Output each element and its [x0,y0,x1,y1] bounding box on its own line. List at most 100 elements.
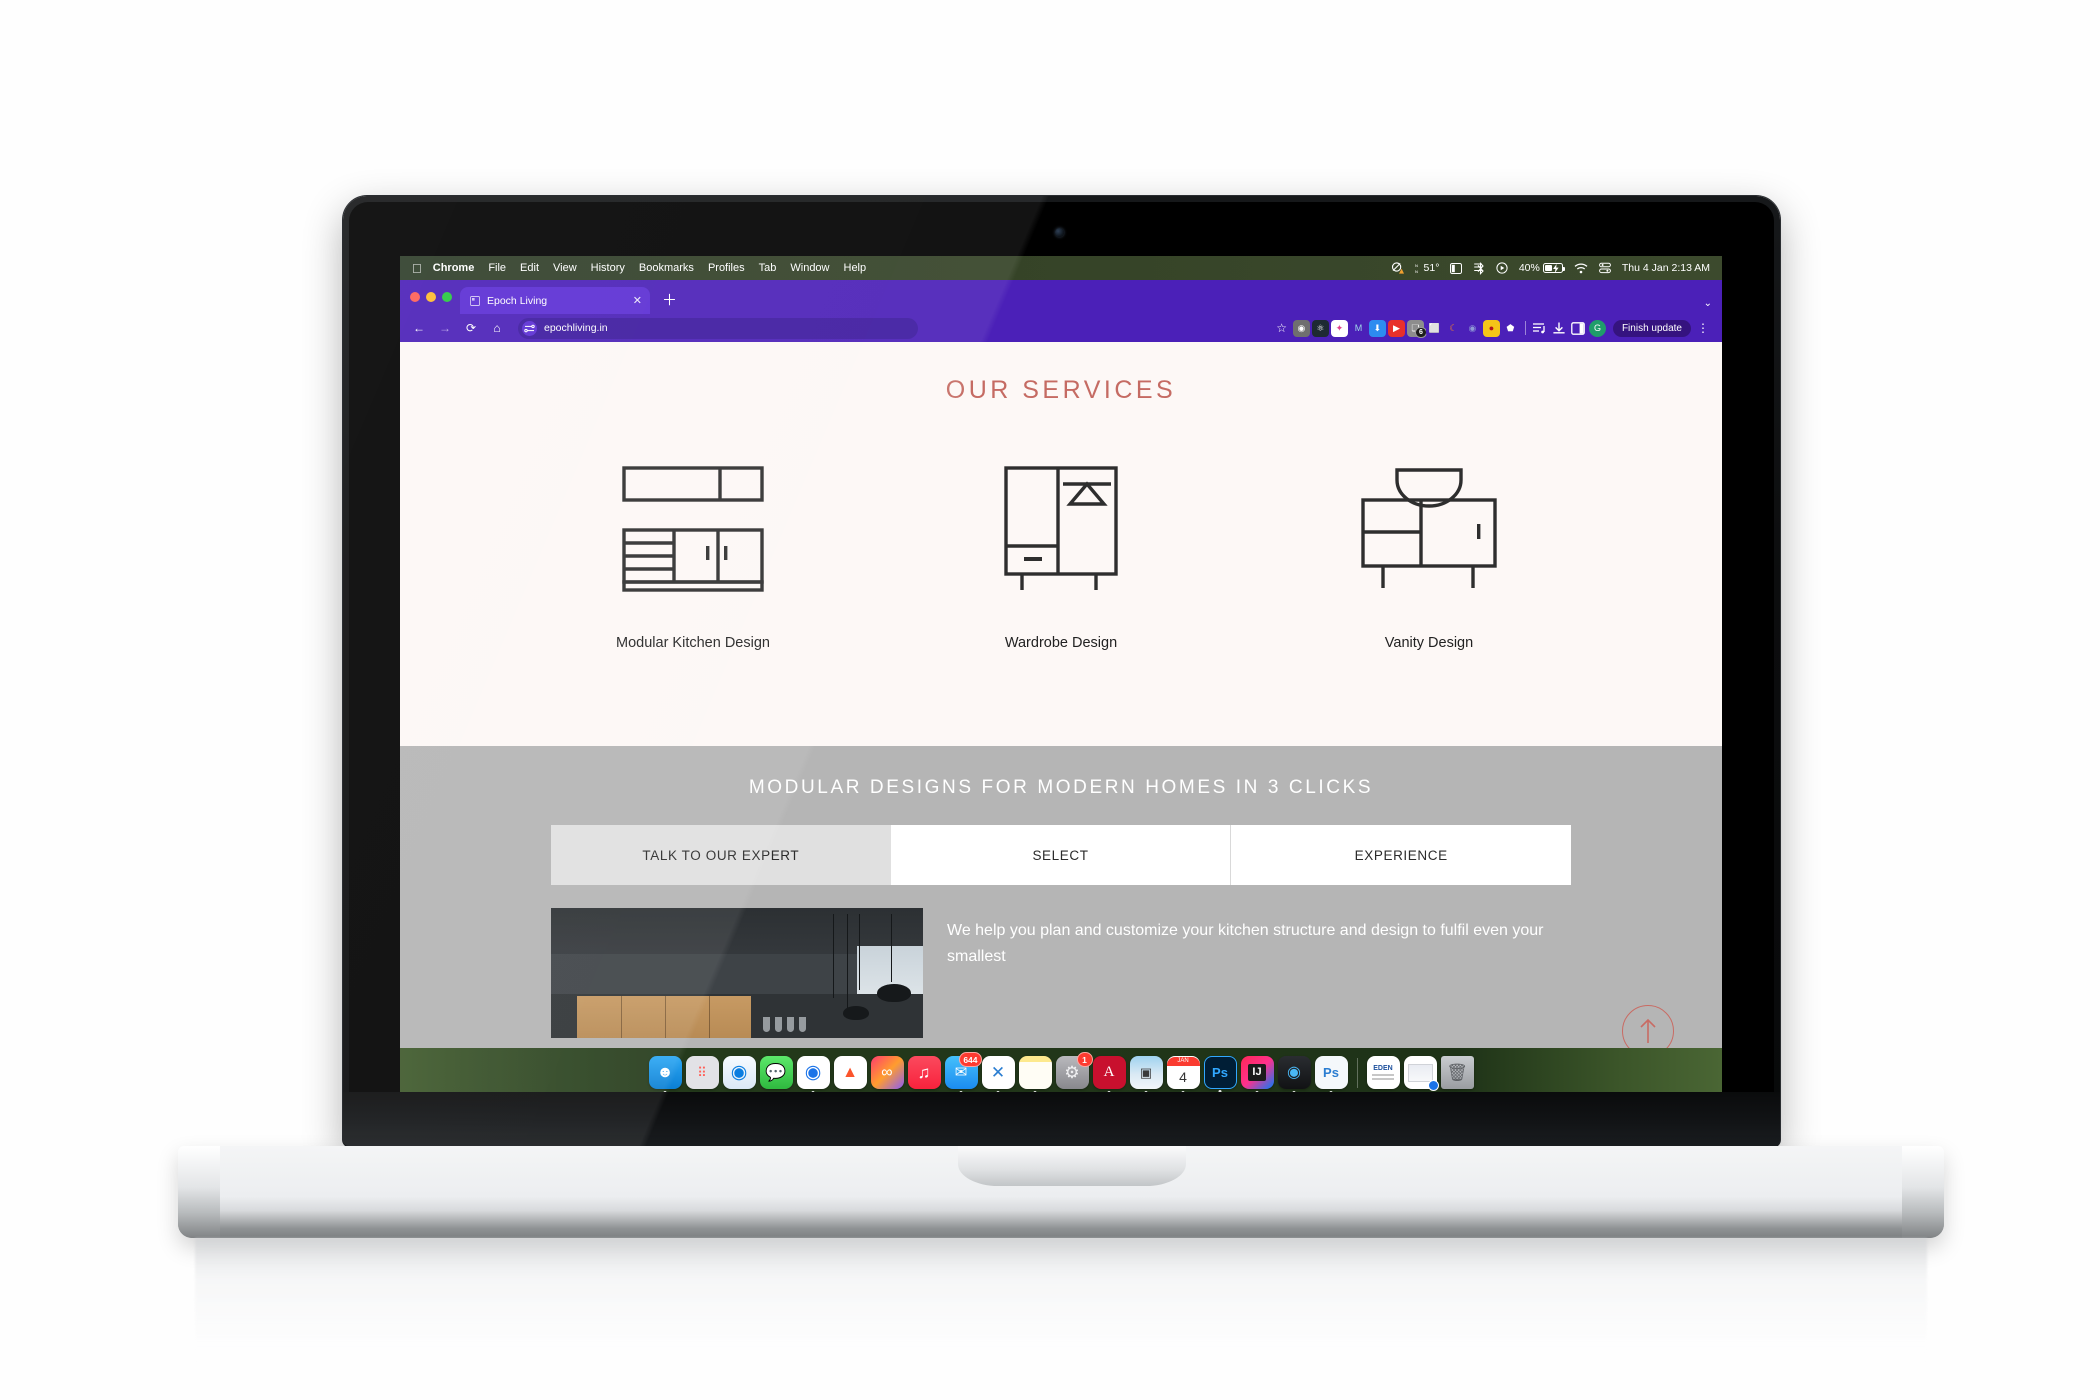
color-picker-ext-icon[interactable]: ✦ [1330,319,1348,337]
tab-experience[interactable]: EXPERIENCE [1231,825,1572,885]
dock-item-launchpad[interactable]: ⠿ [685,1056,719,1089]
downloader-ext-icon[interactable]: ⬇ [1368,319,1386,337]
weather-temperature[interactable]: NN 51° [1415,262,1440,274]
screen-mirroring-warning-icon[interactable] [1391,262,1404,274]
service-card-vanity[interactable]: Vanity Design [1309,463,1549,651]
dock-item-preview[interactable]: ▣ [1129,1056,1163,1092]
macos-dock: ☻ ⠿ ◉ 💬 ◉ ▲ ∞ ♫ ✉ 644 ✕ ⚙ 1 A ▣ JAN 4 Ps… [400,1048,1722,1092]
menu-bookmarks[interactable]: Bookmarks [639,262,694,274]
globe-ext-icon[interactable]: ◉ [1463,319,1481,337]
menu-bar-clock[interactable]: Thu 4 Jan 2:13 AM [1622,262,1710,274]
tab-favicon-icon [469,295,480,306]
chrome-toolbar: ← → ⟳ ⌂ epochliving.in ☆ ◉ ⚛ ✦ M ⬇ ▶ ❏ 6… [400,314,1722,342]
calendar-day: 4 [1179,1069,1187,1085]
battery-icon [1542,263,1565,273]
menu-chrome[interactable]: Chrome [433,262,475,274]
screenshot-ext-icon[interactable]: ◉ [1292,319,1310,337]
home-button[interactable]: ⌂ [484,317,510,339]
wifi-icon[interactable] [1574,262,1588,274]
tab-select[interactable]: SELECT [890,825,1232,885]
close-window-button[interactable] [410,292,420,302]
modular-kitchen-icon [573,463,813,595]
dock-file-eden-document[interactable]: EDEN [1366,1056,1400,1089]
dock-item-photoshop[interactable]: Ps [1203,1056,1237,1092]
svg-text:N: N [1415,263,1418,268]
reload-button[interactable]: ⟳ [458,317,484,339]
dock-item-vs-code[interactable]: ✕ [981,1056,1015,1092]
apple-logo-icon[interactable]:  [412,262,422,275]
temperature-label: 51° [1423,262,1440,274]
menu-view[interactable]: View [553,262,577,274]
calendar-month: JAN [1166,1057,1200,1066]
menu-history[interactable]: History [591,262,625,274]
promo-row: We help you plan and customize your kitc… [551,908,1571,1038]
menu-profiles[interactable]: Profiles [708,262,745,274]
tab-close-icon[interactable]: ✕ [633,294,642,307]
capture-ext-icon[interactable]: ⬜ [1425,319,1443,337]
kebab-menu-icon[interactable]: ⋮ [1693,321,1712,335]
menu-window[interactable]: Window [790,262,829,274]
react-devtools-ext-icon[interactable]: ⚛ [1311,319,1329,337]
dock-item-safari[interactable]: ◉ [722,1056,756,1089]
dock-item-photoshop-2[interactable]: Ps [1314,1056,1348,1092]
battery-status[interactable]: 40% [1519,262,1565,274]
menu-file[interactable]: File [488,262,506,274]
menu-bar-status-area: NN 51° ☰​ 40% [1391,261,1714,275]
site-settings-icon[interactable] [522,320,537,336]
dock-item-notes[interactable] [1018,1056,1052,1092]
menu-edit[interactable]: Edit [520,262,539,274]
dock-item-music[interactable]: ♫ [907,1056,941,1089]
dock-items: ☻ ⠿ ◉ 💬 ◉ ▲ ∞ ♫ ✉ 644 ✕ ⚙ 1 A ▣ JAN 4 Ps… [648,1052,1474,1092]
service-card-modular-kitchen[interactable]: Modular Kitchen Design [573,463,813,651]
reading-list-icon[interactable] [1532,320,1549,337]
dock-item-chrome[interactable]: ◉ [796,1056,830,1092]
downloads-icon[interactable] [1551,320,1568,337]
dock-item-trash[interactable]: 🗑 [1440,1056,1474,1089]
grammar-ext-icon[interactable]: M [1349,319,1367,337]
back-button[interactable]: ← [406,317,432,339]
stage-manager-icon[interactable] [1450,262,1463,274]
bluetooth-icon[interactable]: ☰​ [1473,261,1484,275]
focus-play-icon[interactable] [1496,262,1508,274]
clipboard-ext-icon[interactable]: ❏ 6 [1406,319,1427,338]
browser-tab-epoch-living[interactable]: Epoch Living ✕ [460,287,650,314]
star-icon[interactable]: ☆ [1276,321,1287,335]
web-page-content: OUR SERVICES Modular Kitchen Design Ward… [400,342,1722,1092]
tiger-ext-icon[interactable]: ● [1482,319,1500,337]
profile-avatar[interactable]: G [1588,319,1606,337]
moon-ext-icon[interactable]: ☾ [1444,319,1462,337]
wardrobe-icon [941,463,1181,595]
tab-search-caret-icon[interactable]: ⌄ [1704,298,1722,314]
dock-file-screenshot[interactable] [1403,1056,1439,1091]
service-card-wardrobe[interactable]: Wardrobe Design [941,463,1181,651]
process-tabs: TALK TO OUR EXPERT SELECT EXPERIENCE [551,825,1572,885]
dock-item-messages[interactable]: 💬 [759,1056,793,1089]
dock-item-intellij-idea[interactable]: IJ [1240,1056,1274,1092]
dock-item-mail[interactable]: ✉ 644 [944,1052,982,1092]
ghost-ext-icon[interactable]: ⬟ [1501,319,1519,337]
dock-item-brave[interactable]: ▲ [833,1056,867,1089]
dock-item-quicktime[interactable]: ◉ [1277,1056,1311,1092]
finish-update-button[interactable]: Finish update [1612,319,1691,337]
minimize-window-button[interactable] [426,292,436,302]
control-center-icon[interactable] [1598,262,1611,274]
dock-item-system-settings[interactable]: ⚙ 1 [1055,1052,1093,1089]
tab-talk-to-our-expert[interactable]: TALK TO OUR EXPERT [551,825,891,885]
wood-cabinets [577,996,751,1038]
svg-text:N: N [1415,269,1418,274]
menu-help[interactable]: Help [844,262,867,274]
dock-item-finder[interactable]: ☻ [648,1056,682,1092]
forward-button[interactable]: → [432,317,458,339]
dock-item-calendar[interactable]: JAN 4 [1166,1056,1200,1092]
address-bar[interactable]: epochliving.in [518,317,918,339]
new-tab-button[interactable]: ＋ [662,289,677,310]
laptop-base-notch [958,1146,1186,1186]
tab-title: Epoch Living [487,294,548,307]
video-ext-icon[interactable]: ▶ [1387,319,1405,337]
mail-badge: 644 [959,1052,982,1067]
side-panel-icon[interactable] [1570,320,1587,337]
maximize-window-button[interactable] [442,292,452,302]
menu-tab[interactable]: Tab [759,262,777,274]
dock-item-acrobat-reader[interactable]: A [1092,1056,1126,1092]
dock-item-creative-cloud[interactable]: ∞ [870,1056,904,1089]
